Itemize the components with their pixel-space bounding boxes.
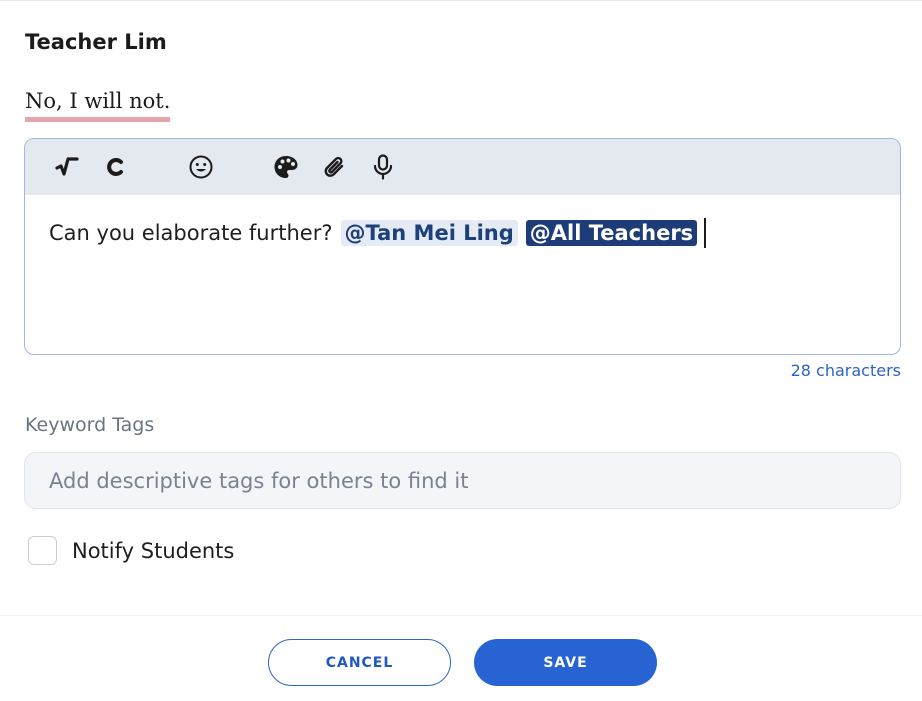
cancel-button[interactable]: CANCEL bbox=[268, 639, 451, 686]
footer-divider bbox=[0, 615, 922, 616]
attachment-icon[interactable] bbox=[319, 151, 351, 183]
comment-author: Teacher Lim bbox=[25, 30, 167, 54]
quoted-comment-text: No, I will not. bbox=[25, 89, 171, 122]
formula-icon[interactable] bbox=[51, 151, 83, 183]
mention-tag-selected[interactable]: @All Teachers bbox=[525, 220, 698, 246]
microphone-icon[interactable] bbox=[367, 151, 399, 183]
palette-icon[interactable] bbox=[270, 151, 302, 183]
emoji-icon[interactable] bbox=[185, 151, 217, 183]
notify-students-checkbox[interactable] bbox=[28, 536, 57, 565]
notify-students-option[interactable]: Notify Students bbox=[28, 536, 234, 565]
reply-body-text: Can you elaborate further? bbox=[49, 221, 333, 245]
keyword-tags-input[interactable] bbox=[24, 452, 901, 509]
character-count: 28 characters bbox=[790, 361, 901, 380]
mention-tag[interactable]: @Tan Mei Ling bbox=[340, 220, 518, 246]
comment-reply-panel: Teacher Lim No, I will not. Can you elab… bbox=[0, 0, 922, 701]
reply-editor[interactable]: Can you elaborate further? @Tan Mei Ling… bbox=[24, 138, 901, 355]
reply-text[interactable]: Can you elaborate further? @Tan Mei Ling… bbox=[49, 218, 707, 248]
chemistry-icon[interactable] bbox=[100, 151, 132, 183]
save-button[interactable]: SAVE bbox=[474, 639, 657, 686]
notify-students-label: Notify Students bbox=[72, 538, 235, 563]
keyword-tags-label: Keyword Tags bbox=[25, 414, 155, 436]
editor-toolbar bbox=[25, 139, 900, 195]
text-cursor bbox=[704, 218, 707, 248]
